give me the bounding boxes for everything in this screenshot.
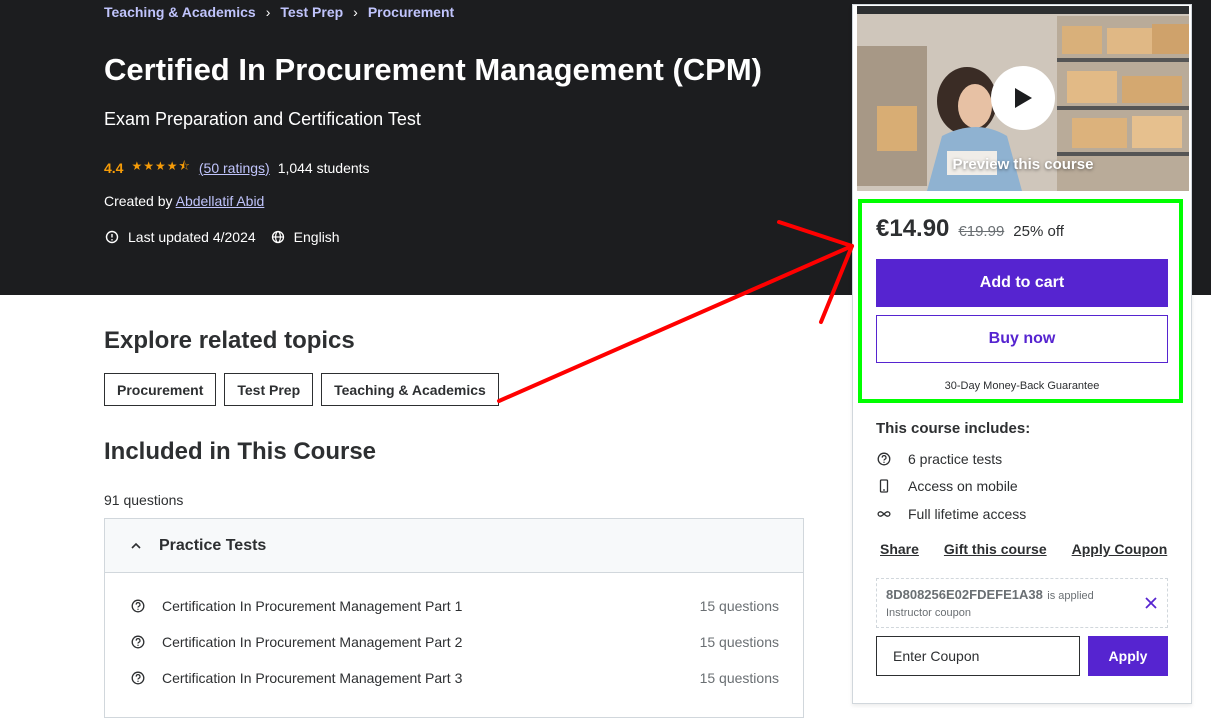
current-price: €14.90 — [876, 215, 950, 242]
topic-procurement-button[interactable]: Procurement — [104, 373, 217, 406]
includes-label: Full lifetime access — [908, 506, 1027, 522]
share-link[interactable]: Share — [880, 541, 919, 557]
test-name: Certification In Procurement Management … — [162, 634, 463, 650]
original-price: €19.99 — [958, 223, 1005, 240]
coupon-input[interactable] — [876, 636, 1080, 676]
remove-coupon-close-icon[interactable] — [1145, 593, 1157, 614]
money-back-guarantee: 30-Day Money-Back Guarantee — [944, 380, 1100, 392]
star-rating-icon: ★★★★⯪ — [131, 159, 191, 173]
question-circle-icon — [876, 451, 892, 467]
course-subtitle: Exam Preparation and Certification Test — [104, 109, 421, 129]
coupon-type: Instructor coupon — [886, 607, 971, 619]
related-topics-heading: Explore related topics — [104, 327, 355, 354]
card-links: Share Gift this course Apply Coupon — [880, 541, 1167, 557]
practice-tests-accordion: Practice Tests Certification In Procurem… — [104, 518, 804, 718]
related-topics: Procurement Test Prep Teaching & Academi… — [104, 373, 499, 406]
rating-value: 4.4 — [104, 159, 124, 176]
globe-icon — [270, 229, 286, 245]
includes-item-practice-tests: 6 practice tests — [876, 451, 1002, 467]
mobile-icon — [876, 478, 892, 494]
buy-now-button[interactable]: Buy now — [876, 315, 1168, 363]
section-title: Practice Tests — [159, 536, 267, 554]
includes-heading: This course includes: — [876, 420, 1031, 437]
infinity-icon — [876, 506, 892, 522]
test-name: Certification In Procurement Management … — [162, 598, 463, 614]
list-item[interactable]: Certification In Procurement Management … — [131, 668, 779, 688]
course-meta: Last updated 4/2024 English — [104, 229, 340, 245]
ratings-count-link[interactable]: (50 ratings) — [199, 160, 270, 176]
breadcrumb-separator: › — [265, 4, 271, 20]
students-count: 1,044 students — [277, 159, 370, 176]
includes-label: Access on mobile — [908, 478, 1018, 494]
accordion-header[interactable]: Practice Tests — [105, 519, 803, 573]
gift-course-link[interactable]: Gift this course — [944, 541, 1047, 557]
topic-test-prep-button[interactable]: Test Prep — [224, 373, 314, 406]
course-title: Certified In Procurement Management (CPM… — [104, 52, 762, 87]
breadcrumb-item-procurement[interactable]: Procurement — [368, 4, 454, 20]
question-circle-icon — [131, 671, 145, 685]
course-language: English — [293, 229, 340, 245]
rating-row: 4.4 ★★★★⯪ (50 ratings) 1,044 students — [104, 157, 370, 178]
list-item[interactable]: Certification In Procurement Management … — [131, 632, 779, 652]
chevron-up-icon — [131, 537, 141, 555]
list-item[interactable]: Certification In Procurement Management … — [131, 596, 779, 616]
coupon-code: 8D808256E02FDEFE1A38 — [886, 587, 1043, 602]
add-to-cart-button[interactable]: Add to cart — [876, 259, 1168, 307]
course-preview-video[interactable]: Preview this course — [857, 6, 1189, 191]
question-circle-icon — [131, 635, 145, 649]
includes-label: 6 practice tests — [908, 451, 1003, 467]
apply-coupon-link[interactable]: Apply Coupon — [1072, 541, 1168, 557]
test-question-count: 15 questions — [699, 634, 779, 650]
price-row: €14.90 €19.99 25% off — [876, 215, 1064, 243]
test-question-count: 15 questions — [699, 598, 779, 614]
includes-item-lifetime: Full lifetime access — [876, 506, 1026, 522]
play-button[interactable] — [991, 66, 1055, 130]
discount-badge: 25% off — [1013, 223, 1064, 240]
question-circle-icon — [131, 599, 145, 613]
author-link[interactable]: Abdellatif Abid — [176, 193, 265, 209]
applied-coupon: 8D808256E02FDEFE1A38 is applied Instruct… — [876, 578, 1168, 628]
test-question-count: 15 questions — [699, 670, 779, 686]
created-by-label: Created by — [104, 193, 173, 209]
preview-label: Preview this course — [952, 156, 1094, 173]
question-count: 91 questions — [104, 492, 184, 508]
included-heading: Included in This Course — [104, 438, 377, 465]
breadcrumb: Teaching & Academics › Test Prep › Procu… — [104, 4, 454, 20]
breadcrumb-separator: › — [353, 4, 358, 20]
last-updated: Last updated 4/2024 — [128, 229, 256, 245]
breadcrumb-item-test-prep[interactable]: Test Prep — [280, 4, 343, 20]
play-icon — [1015, 88, 1032, 108]
breadcrumb-item-teaching[interactable]: Teaching & Academics — [104, 4, 256, 20]
created-by: Created by Abdellatif Abid — [104, 193, 264, 209]
alert-clock-icon — [104, 229, 120, 245]
topic-teaching-academics-button[interactable]: Teaching & Academics — [321, 373, 499, 406]
test-name: Certification In Procurement Management … — [162, 670, 463, 686]
apply-coupon-button[interactable]: Apply — [1088, 636, 1168, 676]
includes-item-mobile: Access on mobile — [876, 478, 1018, 494]
coupon-applied-text: is applied — [1047, 590, 1094, 602]
